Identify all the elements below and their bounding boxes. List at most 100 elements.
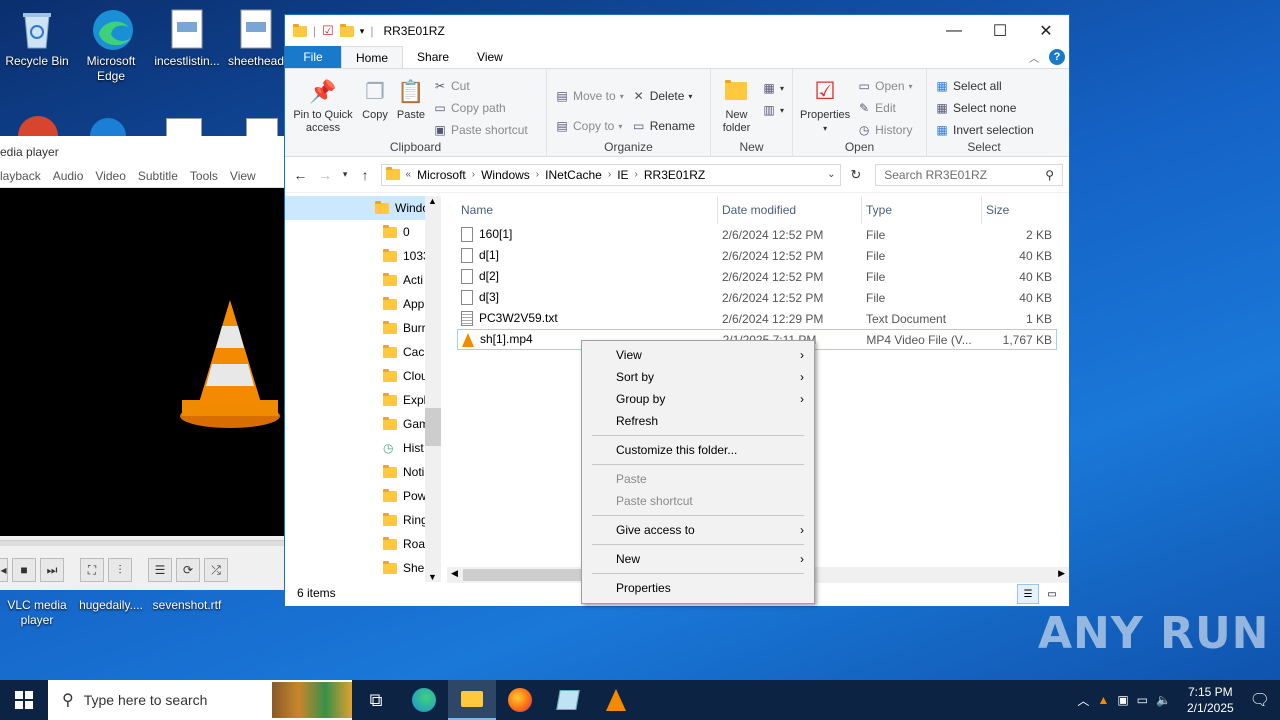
history-button[interactable]: ◷ History bbox=[857, 119, 913, 141]
nav-item[interactable]: Noti bbox=[285, 460, 441, 484]
tab-view[interactable]: View bbox=[463, 46, 517, 68]
desktop-icon-incestlistin[interactable]: incestlistin... bbox=[150, 8, 224, 69]
notifications-icon[interactable]: 🗨 bbox=[1250, 690, 1270, 710]
delete-button[interactable]: ✕ Delete ▾ bbox=[632, 81, 695, 111]
scroll-up-icon[interactable]: ▲ bbox=[428, 196, 437, 206]
previous-icon[interactable]: ◂ bbox=[0, 558, 8, 582]
properties-icon[interactable]: ☑ bbox=[322, 23, 334, 39]
nav-item[interactable]: Pow bbox=[285, 484, 441, 508]
menu-item-sort-by[interactable]: Sort by › bbox=[582, 366, 814, 388]
file-row[interactable]: d[1] 2/6/2024 12:52 PM File 40 KB bbox=[457, 245, 1057, 266]
scroll-thumb[interactable] bbox=[463, 569, 583, 581]
menu-item-refresh[interactable]: Refresh bbox=[582, 410, 814, 432]
desktop-icon-sevenshot[interactable]: sevenshot.rtf bbox=[150, 598, 224, 613]
details-view-icon[interactable]: ☰ bbox=[1017, 584, 1039, 604]
rename-button[interactable]: ▭ Rename bbox=[632, 111, 695, 141]
menu-item-customize[interactable]: Customize this folder... bbox=[582, 439, 814, 461]
stop-icon[interactable]: ■ bbox=[12, 558, 36, 582]
vlc-video-area[interactable] bbox=[0, 188, 284, 536]
minimize-icon[interactable]: — bbox=[931, 15, 977, 47]
nav-item[interactable]: Cach bbox=[285, 340, 441, 364]
nav-item[interactable]: Acti bbox=[285, 268, 441, 292]
desktop-icon-vlc[interactable]: VLC media player bbox=[0, 598, 74, 628]
file-row[interactable]: 160[1] 2/6/2024 12:52 PM File 2 KB bbox=[457, 224, 1057, 245]
paste-shortcut-button[interactable]: ▣ Paste shortcut bbox=[433, 119, 527, 141]
menu-item-properties[interactable]: Properties bbox=[582, 577, 814, 599]
fullscreen-icon[interactable]: ⛶ bbox=[80, 558, 104, 582]
address-bar[interactable]: « Microsoft › Windows › INetCache › IE › RR3… bbox=[380, 163, 841, 186]
menu-item-paste[interactable]: Paste bbox=[582, 468, 814, 490]
chevron-up-icon[interactable]: ︿ bbox=[1077, 692, 1089, 709]
breadcrumb-ie[interactable]: IE bbox=[611, 168, 634, 182]
address-dropdown-icon[interactable]: ⌄ bbox=[827, 169, 835, 180]
breadcrumb-rr3e01rz[interactable]: RR3E01RZ bbox=[638, 168, 711, 182]
nav-item[interactable]: App bbox=[285, 292, 441, 316]
scroll-thumb[interactable] bbox=[425, 408, 441, 446]
scroll-right-icon[interactable]: ▶ bbox=[1058, 568, 1065, 579]
nav-pane-scrollbar[interactable]: ▲ ▼ bbox=[425, 196, 441, 582]
new-item-button[interactable]: ▦ ▾ bbox=[762, 77, 784, 99]
recent-locations-icon[interactable]: ▾ bbox=[340, 169, 349, 180]
copy-to-button[interactable]: ▤ Copy to ▾ bbox=[555, 111, 624, 141]
vlc-menu-tools[interactable]: Tools bbox=[190, 166, 230, 187]
tab-home[interactable]: Home bbox=[341, 46, 404, 68]
menu-item-paste-shortcut[interactable]: Paste shortcut bbox=[582, 490, 814, 512]
next-icon[interactable]: ⏭ bbox=[40, 558, 64, 582]
maximize-icon[interactable]: ☐ bbox=[977, 15, 1023, 47]
tab-file[interactable]: File bbox=[285, 46, 341, 68]
nav-item[interactable]: Expl bbox=[285, 388, 441, 412]
loop-icon[interactable]: ⟳ bbox=[176, 558, 200, 582]
help-icon[interactable]: ? bbox=[1049, 49, 1065, 65]
nav-item[interactable]: 0 bbox=[285, 220, 441, 244]
collapse-ribbon-icon[interactable]: ︿ bbox=[1029, 50, 1039, 65]
vlc-menu-view[interactable]: View bbox=[230, 166, 268, 187]
file-row[interactable]: d[2] 2/6/2024 12:52 PM File 40 KB bbox=[457, 266, 1057, 287]
taskbar-search[interactable]: ⚲ Type here to search bbox=[48, 680, 352, 720]
vlc-menu-subtitle[interactable]: Subtitle bbox=[138, 166, 190, 187]
monitor-icon[interactable]: ▭ bbox=[1137, 693, 1148, 707]
nav-item[interactable]: 1033 bbox=[285, 244, 441, 268]
invert-selection-button[interactable]: ▦ Invert selection bbox=[935, 119, 1033, 141]
desktop-icon-edge[interactable]: Microsoft Edge bbox=[74, 8, 148, 84]
select-all-button[interactable]: ▦ Select all bbox=[935, 75, 1034, 97]
desktop-icon-hugedaily[interactable]: hugedaily.... bbox=[74, 598, 148, 613]
vlc-menu-video[interactable]: Video bbox=[95, 166, 137, 187]
menu-item-give-access[interactable]: Give access to › bbox=[582, 519, 814, 541]
vlc-tray-icon[interactable]: ▲ bbox=[1097, 693, 1109, 707]
column-type[interactable]: Type bbox=[862, 196, 982, 224]
easy-access-button[interactable]: ▥ ▾ bbox=[762, 99, 784, 121]
refresh-icon[interactable]: ↻ bbox=[847, 167, 866, 183]
nav-item[interactable]: Clou bbox=[285, 364, 441, 388]
nav-item[interactable]: ◷ Hist bbox=[285, 436, 441, 460]
edit-button[interactable]: ✎ Edit bbox=[857, 97, 912, 119]
file-row[interactable]: d[3] 2/6/2024 12:52 PM File 40 KB bbox=[457, 287, 1057, 308]
vlc-menu-playback[interactable]: layback bbox=[0, 166, 53, 187]
task-view-button[interactable]: ⧉ bbox=[352, 680, 400, 720]
customize-qat-icon[interactable]: ▾ bbox=[360, 26, 365, 37]
taskbar-firefox[interactable] bbox=[496, 680, 544, 720]
scroll-down-icon[interactable]: ▼ bbox=[428, 572, 437, 582]
copy-path-button[interactable]: ▭ Copy path bbox=[433, 97, 528, 119]
column-name[interactable]: Name bbox=[457, 196, 718, 224]
taskbar-edge[interactable] bbox=[400, 680, 448, 720]
nav-item[interactable]: Shel bbox=[285, 556, 441, 580]
vlc-seek-bar[interactable] bbox=[0, 540, 284, 546]
menu-item-view[interactable]: View › bbox=[582, 344, 814, 366]
select-none-button[interactable]: ▦ Select none bbox=[935, 97, 1034, 119]
desktop-icon-recycle-bin[interactable]: Recycle Bin bbox=[0, 8, 74, 69]
column-date[interactable]: Date modified bbox=[718, 196, 862, 224]
nav-item[interactable]: Burr bbox=[285, 316, 441, 340]
taskbar-file-explorer[interactable] bbox=[448, 680, 496, 720]
nav-item[interactable]: Windo bbox=[285, 196, 441, 220]
breadcrumb-microsoft[interactable]: Microsoft bbox=[411, 168, 472, 182]
volume-icon[interactable]: 🔈 bbox=[1156, 693, 1171, 707]
menu-item-group-by[interactable]: Group by › bbox=[582, 388, 814, 410]
network-icon[interactable]: ▣ bbox=[1117, 693, 1128, 707]
cut-button[interactable]: ✂ Cut bbox=[433, 75, 528, 97]
start-button[interactable] bbox=[0, 680, 48, 720]
playlist-icon[interactable]: ☰ bbox=[148, 558, 172, 582]
tab-share[interactable]: Share bbox=[403, 46, 463, 68]
forward-icon[interactable]: → bbox=[316, 167, 335, 183]
open-button[interactable]: ▭ Open ▾ bbox=[857, 75, 912, 97]
column-size[interactable]: Size bbox=[982, 196, 1056, 224]
